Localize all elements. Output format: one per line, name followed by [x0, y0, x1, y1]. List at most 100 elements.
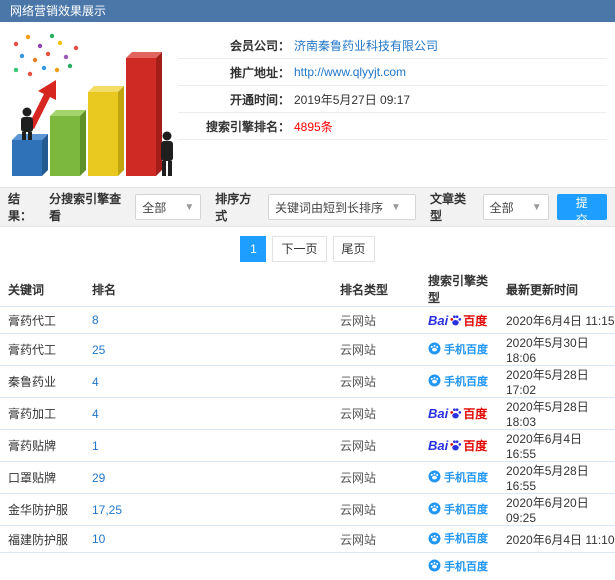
promo-url-row: 推广地址： http://www.qlyyjt.com	[178, 59, 607, 86]
member-info-section: 会员公司： 济南秦鲁药业科技有限公司 推广地址： http://www.qlyy…	[0, 22, 615, 187]
keyword-cell: 口罩贴牌	[0, 461, 84, 494]
mobile-baidu-icon	[428, 374, 441, 387]
sort-select-value: 关键词由短到长排序	[274, 200, 383, 215]
mobile-baidu-logo: 手机百度	[428, 469, 488, 485]
table-header-row: 关键词 排名 排名类型 搜索引擎类型 最新更新时间	[0, 272, 615, 307]
engine-rank-count: 4895条	[294, 119, 333, 134]
update-time-cell: 2020年6月4日 16:55	[498, 429, 615, 462]
baidu-logo: Bai 百度	[428, 438, 488, 453]
engine-select[interactable]: 全部 ▼	[135, 194, 202, 220]
rank-type-cell: 云网站	[332, 525, 420, 553]
bar-chart-clipart-image	[12, 33, 173, 176]
mobile-baidu-icon	[428, 470, 441, 483]
rank-link[interactable]: 29	[92, 471, 105, 485]
result-label: 结果：	[8, 192, 33, 223]
rank-type-cell: 云网站	[332, 429, 420, 462]
company-label: 会员公司：	[229, 38, 290, 53]
keyword-cell: 膏药代工	[0, 333, 84, 366]
update-time-cell: 2020年6月4日 11:10	[498, 525, 615, 553]
rank-type-cell: 云网站	[332, 461, 420, 494]
update-time-cell: 2020年6月4日 11:15	[498, 306, 615, 334]
engine-select-value: 全部	[142, 200, 167, 215]
rank-link[interactable]: 10	[92, 532, 105, 546]
page-title: 网络营销效果展示	[10, 4, 107, 18]
page-1-button[interactable]: 1	[240, 236, 267, 262]
mobile-baidu-logo: 手机百度	[428, 341, 488, 357]
company-row: 会员公司： 济南秦鲁药业科技有限公司	[178, 32, 607, 59]
article-type-label: 文章类型	[429, 192, 466, 223]
rank-link[interactable]: 8	[92, 313, 99, 327]
mobile-baidu-logo: 手机百度	[428, 558, 488, 574]
rank-type-cell: 云网站	[332, 306, 420, 334]
keyword-cell: 金华防护服	[0, 493, 84, 526]
table-row: 膏药代工 25 云网站 手机百度 2020年5月30日 18:06	[0, 333, 615, 366]
rank-link[interactable]: 4	[92, 375, 99, 389]
rank-link[interactable]: 4	[92, 407, 99, 421]
promo-url-link[interactable]: http://www.qlyyjt.com	[294, 65, 406, 79]
sort-label: 排序方式	[215, 192, 252, 223]
engine-filter-label: 分搜索引擎查看	[49, 192, 122, 223]
table-row: 金华防护服 17,25 云网站 手机百度 2020年6月20日 09:25	[0, 493, 615, 526]
info-panel: 会员公司： 济南秦鲁药业科技有限公司 推广地址： http://www.qlyy…	[178, 22, 615, 187]
keyword-cell: 福建防护服	[0, 525, 84, 553]
sort-select[interactable]: 关键词由短到长排序 ▼	[267, 194, 416, 220]
mobile-baidu-logo: 手机百度	[428, 501, 488, 517]
rank-type-cell	[332, 552, 420, 580]
baidu-logo: Bai 百度	[428, 312, 488, 328]
baidu-paw-icon	[450, 440, 462, 451]
article-type-value: 全部	[489, 200, 514, 215]
mobile-baidu-logo: 手机百度	[428, 530, 488, 546]
keyword-cell	[0, 552, 84, 580]
pagination: 1 下一页 尾页	[240, 236, 375, 262]
update-time-cell: 2020年5月28日 18:03	[498, 397, 615, 430]
rank-link[interactable]: 17,25	[92, 503, 122, 517]
col-keyword: 关键词	[8, 282, 45, 297]
open-time-label: 开通时间：	[229, 92, 290, 107]
table-row: 手机百度	[0, 552, 615, 580]
col-rank: 排名	[92, 282, 117, 297]
last-page-button[interactable]: 尾页	[332, 236, 375, 262]
rank-type-cell: 云网站	[332, 365, 420, 398]
filter-bar: 结果： 分搜索引擎查看 全部 ▼ 排序方式 关键词由短到长排序 ▼ 文章类型 全…	[0, 187, 615, 227]
keyword-cell: 膏药代工	[0, 306, 84, 334]
company-link[interactable]: 济南秦鲁药业科技有限公司	[294, 37, 438, 54]
col-update-time: 最新更新时间	[506, 282, 579, 297]
baidu-paw-icon	[450, 408, 462, 419]
table-row: 膏药代工 8 云网站 Bai 百度 2020年6月4日 11:15	[0, 306, 615, 334]
col-engine-type: 搜索引擎类型	[428, 274, 489, 305]
table-row: 秦鲁药业 4 云网站 手机百度 2020年5月28日 17:02	[0, 365, 615, 398]
chevron-down-icon: ▼	[390, 201, 401, 213]
col-rank-type: 排名类型	[340, 282, 389, 297]
mobile-baidu-icon	[428, 342, 441, 355]
update-time-cell: 2020年5月28日 16:55	[498, 461, 615, 494]
engine-rank-row: 搜索引擎排名： 4895条	[178, 113, 607, 140]
baidu-paw-icon	[450, 314, 462, 325]
keyword-cell: 秦鲁药业	[0, 365, 84, 398]
submit-button[interactable]: 提交	[556, 194, 607, 227]
filter-controls: 分搜索引擎查看 全部 ▼ 排序方式 关键词由短到长排序 ▼ 文章类型 全部 ▼ …	[43, 190, 607, 227]
rank-type-cell: 云网站	[332, 333, 420, 366]
baidu-logo: Bai 百度	[428, 406, 488, 421]
table-row: 膏药加工 4 云网站 Bai 百度 2020年5月28日 18:03	[0, 397, 615, 430]
rank-link[interactable]: 1	[92, 439, 99, 453]
article-type-select[interactable]: 全部 ▼	[482, 194, 549, 220]
keyword-cell: 膏药贴牌	[0, 429, 84, 462]
update-time-cell: 2020年5月30日 18:06	[498, 333, 615, 366]
rank-link[interactable]: 25	[92, 343, 105, 357]
mobile-baidu-logo: 手机百度	[428, 373, 488, 389]
window-title-bar: 网络营销效果展示	[0, 0, 615, 22]
pagination-area: 1 下一页 尾页	[0, 227, 615, 272]
promo-url-label: 推广地址：	[229, 65, 290, 80]
update-time-cell	[498, 552, 615, 580]
table-row: 膏药贴牌 1 云网站 Bai 百度 2020年6月4日 16:55	[0, 429, 615, 462]
mobile-baidu-icon	[428, 559, 441, 572]
mobile-baidu-icon	[428, 532, 441, 545]
update-time-cell: 2020年6月20日 09:25	[498, 493, 615, 526]
open-time-value: 2019年5月27日 09:17	[294, 92, 411, 107]
update-time-cell: 2020年5月28日 17:02	[498, 365, 615, 398]
keyword-cell: 膏药加工	[0, 397, 84, 430]
next-page-button[interactable]: 下一页	[272, 236, 327, 262]
table-row: 福建防护服 10 云网站 手机百度 2020年6月4日 11:10	[0, 525, 615, 553]
rank-type-cell: 云网站	[332, 493, 420, 526]
marketing-clipart	[0, 22, 178, 187]
